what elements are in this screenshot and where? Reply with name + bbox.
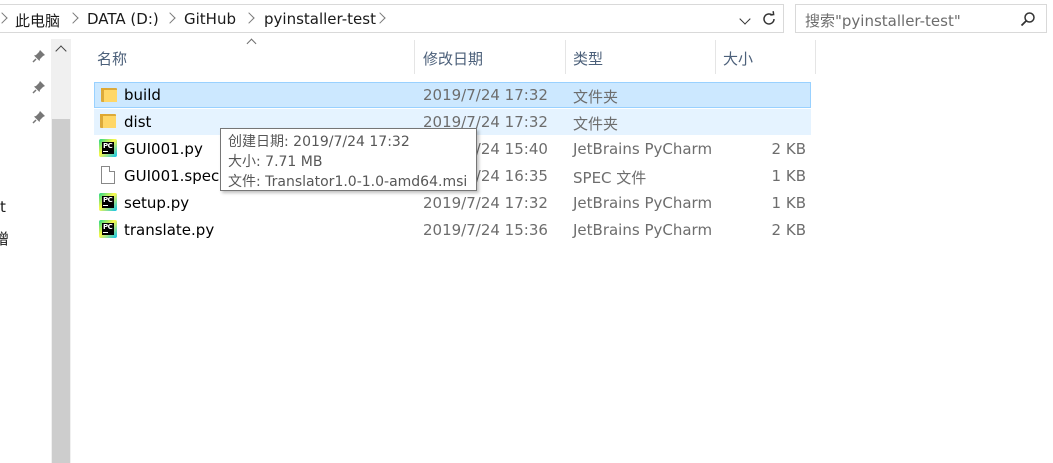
column-header-label: 大小	[723, 50, 754, 68]
column-header-size[interactable]: 大小	[716, 40, 815, 74]
pycharm-icon: PC	[99, 139, 117, 157]
chevron-right-icon	[0, 12, 8, 24]
scrollbar-thumb[interactable]	[52, 119, 70, 463]
file-row-build[interactable]: build 2019/7/24 17:32 文件夹	[94, 82, 811, 108]
file-name[interactable]: setup.py	[124, 194, 189, 212]
file-name[interactable]: GUI001.spec	[124, 167, 219, 185]
pycharm-icon: PC	[99, 220, 117, 238]
chevron-right-icon[interactable]	[243, 12, 255, 24]
address-bar[interactable]: 此电脑 DATA (D:) GitHub pyinstaller-test	[0, 4, 784, 33]
search-icon[interactable]	[1020, 11, 1036, 27]
pin-icon[interactable]	[32, 49, 46, 63]
column-header-label: 名称	[97, 50, 128, 68]
column-header-name[interactable]: 名称	[96, 40, 414, 74]
breadcrumb-github[interactable]: GitHub	[184, 10, 236, 28]
pin-icon[interactable]	[32, 80, 46, 94]
column-header-date[interactable]: 修改日期	[415, 40, 565, 74]
file-name[interactable]: translate.py	[124, 221, 214, 239]
column-divider[interactable]	[815, 40, 816, 74]
chevron-right-icon[interactable]	[164, 12, 176, 24]
nav-item-label[interactable]: t	[0, 198, 6, 216]
file-row-translate-py[interactable]: PC translate.py 2019/7/24 15:36 JetBrain…	[94, 217, 811, 243]
file-name[interactable]: dist	[124, 113, 151, 131]
chevron-right-icon[interactable]	[374, 12, 386, 24]
tooltip-size: 大小: 7.71 MB	[228, 154, 323, 170]
column-header-type[interactable]: 类型	[566, 40, 715, 74]
file-type: JetBrains PyCharm	[573, 140, 713, 158]
pycharm-icon: PC	[99, 193, 117, 211]
refresh-icon[interactable]	[760, 10, 778, 28]
file-size: 2 KB	[771, 140, 806, 158]
file-name[interactable]: GUI001.py	[124, 140, 203, 158]
file-date: 2019/7/24 17:32	[423, 86, 548, 104]
file-size: 1 KB	[771, 194, 806, 212]
tooltip-files: 文件: Translator1.0-1.0-amd64.msi	[228, 174, 468, 190]
scroll-up-arrow-icon[interactable]	[55, 45, 67, 57]
file-name[interactable]: build	[124, 86, 161, 104]
pin-icon[interactable]	[32, 110, 46, 124]
breadcrumb-data-drive[interactable]: DATA (D:)	[87, 10, 159, 28]
search-box[interactable]: 搜索"pyinstaller-test"	[795, 4, 1047, 33]
file-type: 文件夹	[573, 88, 619, 106]
search-placeholder: 搜索"pyinstaller-test"	[805, 12, 961, 30]
file-type: JetBrains PyCharm	[573, 221, 713, 239]
file-type: 文件夹	[573, 115, 619, 133]
nav-item-label[interactable]: 噌	[0, 228, 9, 249]
file-info-tooltip: 创建日期: 2019/7/24 17:32 大小: 7.71 MB 文件: Tr…	[220, 128, 477, 191]
file-size: 1 KB	[771, 167, 806, 185]
column-header-label: 类型	[573, 50, 604, 68]
nav-scrollbar[interactable]	[51, 39, 71, 463]
breadcrumb-this-pc[interactable]: 此电脑	[15, 10, 60, 31]
file-size: 2 KB	[771, 221, 806, 239]
breadcrumb-pyinstaller-test[interactable]: pyinstaller-test	[264, 10, 376, 28]
chevron-right-icon[interactable]	[67, 12, 79, 24]
file-date: 2019/7/24 17:32	[423, 194, 548, 212]
file-row-setup-py[interactable]: PC setup.py 2019/7/24 17:32 JetBrains Py…	[94, 190, 811, 216]
address-history-dropdown-icon[interactable]	[739, 13, 751, 25]
tooltip-created-date: 创建日期: 2019/7/24 17:32	[228, 134, 410, 150]
folder-icon	[100, 114, 116, 128]
file-icon	[101, 166, 115, 184]
file-type: SPEC 文件	[573, 169, 647, 187]
file-date: 2019/7/24 15:36	[423, 221, 548, 239]
folder-icon	[101, 88, 117, 102]
column-header-label: 修改日期	[423, 50, 484, 68]
file-type: JetBrains PyCharm	[573, 194, 713, 212]
